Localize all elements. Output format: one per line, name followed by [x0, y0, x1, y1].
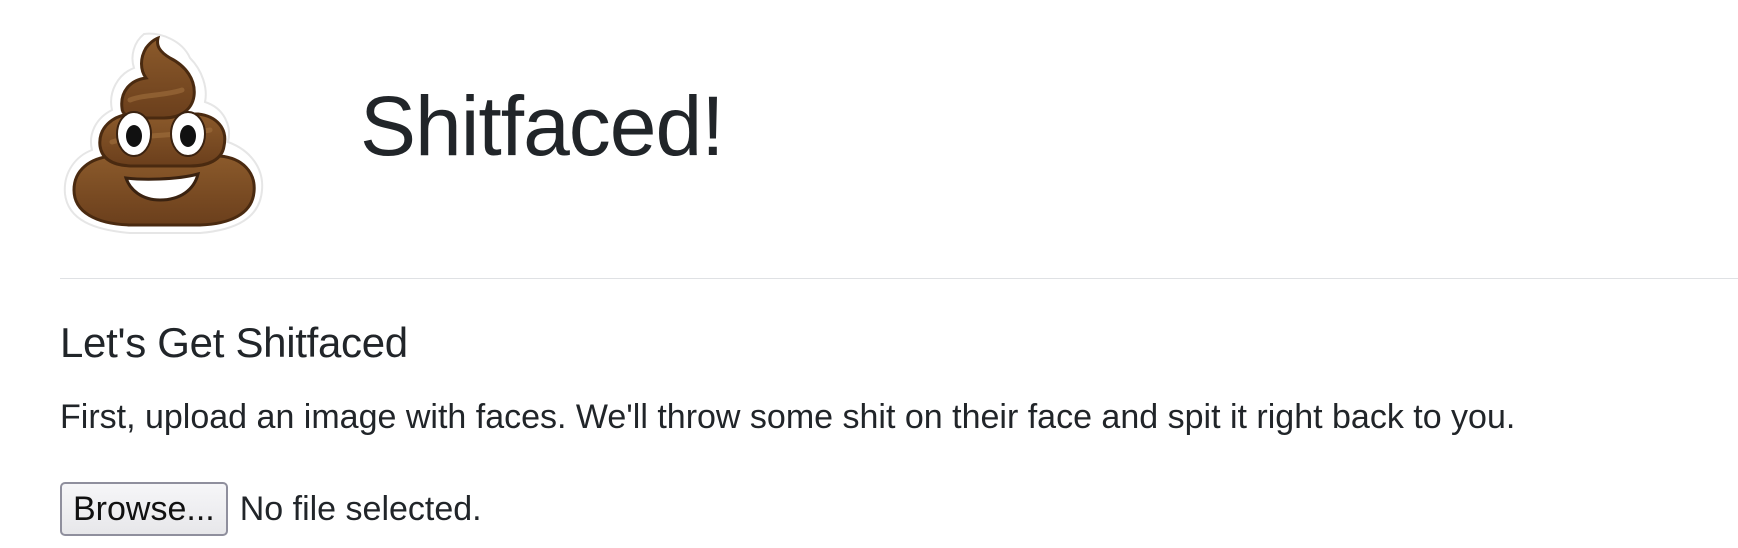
section-heading: Let's Get Shitfaced — [60, 319, 408, 366]
section-description: First, upload an image with faces. We'll… — [60, 398, 1516, 436]
file-status-text: No file selected. — [239, 489, 482, 528]
page: Shitfaced! Let's Get Shitfaced First, up… — [60, 0, 1738, 548]
pile-of-poo-icon — [63, 32, 264, 234]
page-title: Shitfaced! — [360, 78, 725, 173]
browse-button[interactable]: Browse... — [60, 482, 228, 536]
divider — [60, 278, 1738, 279]
header: Shitfaced! — [60, 30, 725, 245]
file-upload-control[interactable]: Browse... No file selected. — [60, 482, 482, 536]
